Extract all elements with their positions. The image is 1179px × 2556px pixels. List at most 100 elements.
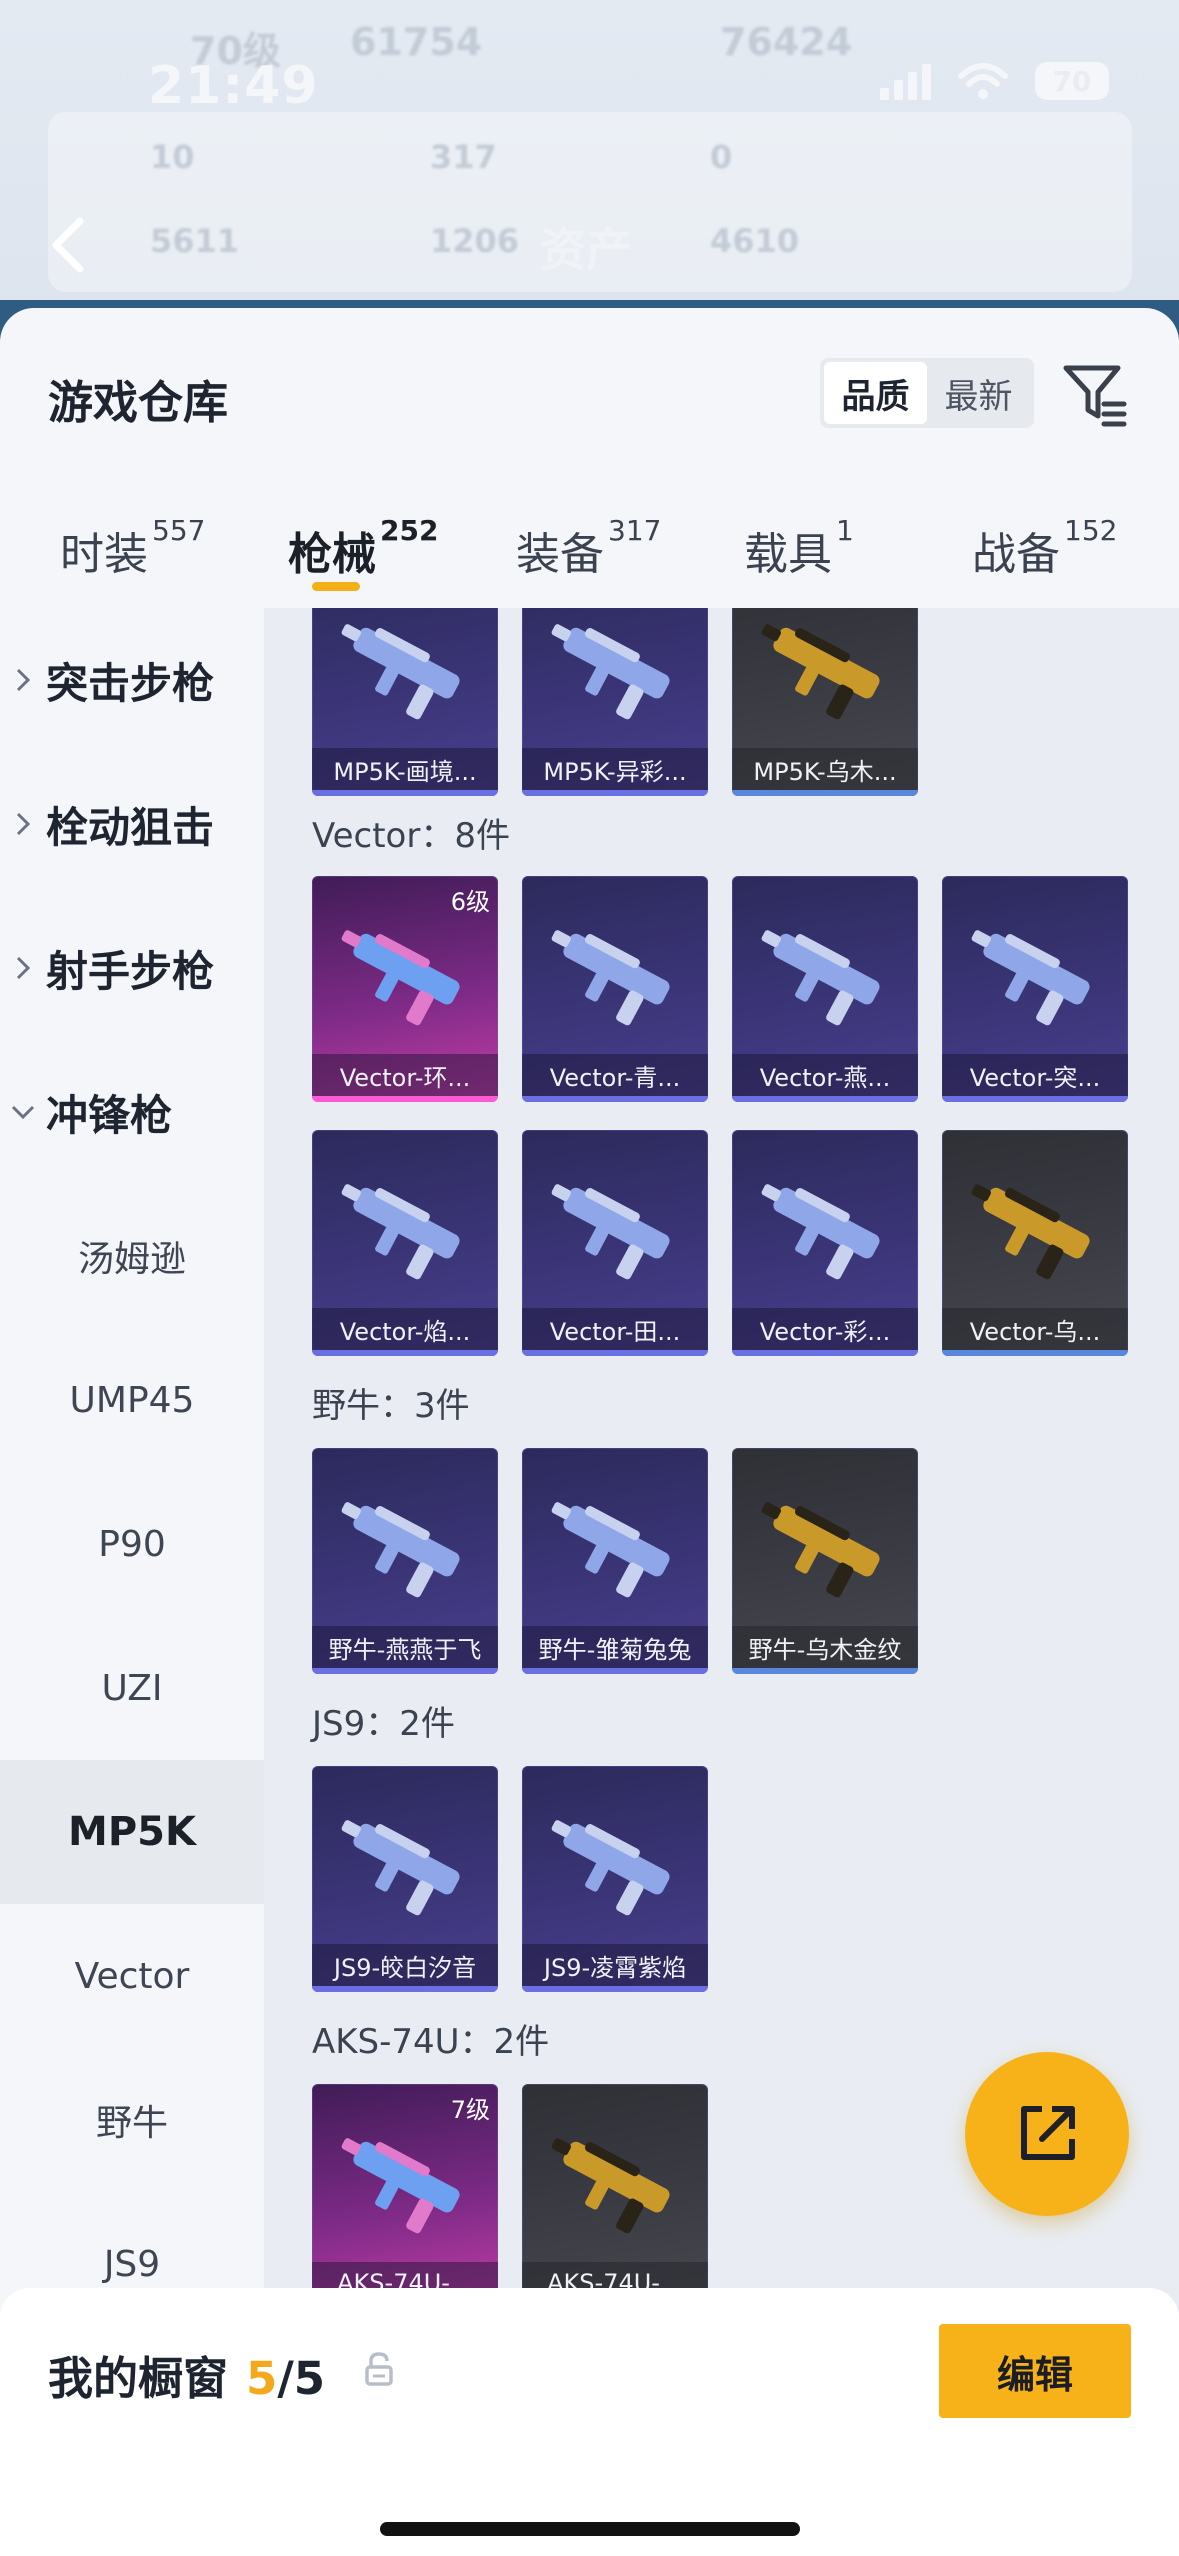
sort-quality[interactable]: 品质 <box>824 362 927 424</box>
blur-stat: 10 <box>150 138 195 176</box>
sidebar: 突击步枪 栓动狙击 射手步枪 冲锋枪 汤姆逊 UMP45 P90 UZI MP5… <box>0 608 264 2556</box>
tab-count: 557 <box>152 514 206 547</box>
showcase-count-current: 5 <box>246 2352 278 2405</box>
status-time: 21:49 <box>148 56 319 116</box>
weapon-icon <box>551 2138 670 2234</box>
share-icon <box>1021 2106 1075 2160</box>
weapon-icon <box>341 2138 460 2234</box>
tab-firearms[interactable]: 枪械 252 <box>288 514 438 582</box>
card-name: Vector-焰... <box>312 1308 498 1350</box>
tab-gear[interactable]: 战备 152 <box>972 514 1117 582</box>
sidebar-item-mp5k[interactable]: MP5K <box>0 1760 264 1904</box>
weapon-card[interactable]: Vector-青... <box>522 876 708 1102</box>
tab-label: 载具 <box>744 529 832 580</box>
weapon-card[interactable]: Vector-突... <box>942 876 1128 1102</box>
share-button[interactable] <box>965 2052 1129 2216</box>
sidebar-cat-assault-rifle[interactable]: 突击步枪 <box>0 608 264 752</box>
weapon-card[interactable]: JS9-凌霄紫焰 <box>522 1766 708 1992</box>
blur-stat: 76424 <box>720 20 853 64</box>
wifi-icon <box>958 63 1008 99</box>
tab-fashion[interactable]: 时装 557 <box>60 514 205 582</box>
blur-stat: 4610 <box>710 222 800 260</box>
sort-latest[interactable]: 最新 <box>927 362 1030 424</box>
weapon-icon <box>341 1820 460 1916</box>
tab-count: 1 <box>836 514 854 547</box>
rarity-bar <box>732 1350 918 1356</box>
card-name: Vector-环... <box>312 1054 498 1096</box>
weapon-card[interactable]: 野牛-燕燕于飞 <box>312 1448 498 1674</box>
tab-equipment[interactable]: 装备 317 <box>516 514 661 582</box>
card-name: 野牛-燕燕于飞 <box>312 1626 498 1668</box>
tab-count: 252 <box>380 514 439 547</box>
tab-label: 装备 <box>516 529 604 580</box>
rarity-bar <box>732 790 918 796</box>
card-name: Vector-田... <box>522 1308 708 1350</box>
tab-active-indicator <box>312 582 360 591</box>
sidebar-item-vector[interactable]: Vector <box>0 1904 264 2048</box>
rarity-bar <box>312 1986 498 1992</box>
weapon-card[interactable]: Vector-燕... <box>732 876 918 1102</box>
weapon-card[interactable]: 6级 Vector-环... <box>312 876 498 1102</box>
weapon-icon <box>341 1184 460 1280</box>
sidebar-item-p90[interactable]: P90 <box>0 1472 264 1616</box>
rarity-bar <box>942 1350 1128 1356</box>
weapon-icon <box>551 1502 670 1598</box>
chevron-right-icon <box>0 955 46 981</box>
sidebar-cat-bolt-sniper[interactable]: 栓动狙击 <box>0 752 264 896</box>
weapon-icon <box>341 624 460 720</box>
card-name: 野牛-乌木金纹 <box>732 1626 918 1668</box>
rarity-bar <box>312 790 498 796</box>
weapon-icon <box>341 930 460 1026</box>
weapon-card[interactable]: 野牛-雏菊兔兔 <box>522 1448 708 1674</box>
group-label-js9: JS9：2件 <box>312 1704 455 1744</box>
weapon-card[interactable]: Vector-田... <box>522 1130 708 1356</box>
chevron-right-icon <box>0 667 46 693</box>
sidebar-item-uzi[interactable]: UZI <box>0 1616 264 1760</box>
sidebar-cat-label: 冲锋枪 <box>46 1090 173 1140</box>
weapon-card[interactable]: MP5K-异彩... <box>522 608 708 796</box>
weapon-icon <box>551 624 670 720</box>
weapon-card[interactable]: Vector-焰... <box>312 1130 498 1356</box>
edit-button[interactable]: 编辑 <box>939 2324 1131 2418</box>
tab-label: 枪械 <box>288 529 376 580</box>
page-title: 资产 <box>540 223 632 277</box>
weapon-icon <box>551 1820 670 1916</box>
showcase-label: 我的橱窗 5/5 <box>48 2342 325 2407</box>
sidebar-item-thompson[interactable]: 汤姆逊 <box>0 1184 264 1328</box>
blur-stat: 1206 <box>430 222 520 260</box>
rarity-bar <box>732 1096 918 1102</box>
weapon-icon <box>971 930 1090 1026</box>
card-name: MP5K-乌木... <box>732 748 918 790</box>
weapon-icon <box>761 930 880 1026</box>
back-icon[interactable] <box>46 215 90 275</box>
sidebar-item-bizon[interactable]: 野牛 <box>0 2048 264 2192</box>
sidebar-item-ump45[interactable]: UMP45 <box>0 1328 264 1472</box>
tab-vehicles[interactable]: 载具 1 <box>744 514 854 582</box>
signal-icon <box>880 62 931 100</box>
weapon-card[interactable]: Vector-乌... <box>942 1130 1128 1356</box>
blur-stat: 61754 <box>350 20 483 64</box>
rarity-bar <box>942 1096 1128 1102</box>
weapon-card[interactable]: MP5K-画境... <box>312 608 498 796</box>
weapon-icon <box>341 1502 460 1598</box>
tab-label: 时装 <box>60 529 148 580</box>
status-icons: 70 <box>880 62 1109 100</box>
card-name: Vector-彩... <box>732 1308 918 1350</box>
sidebar-cat-marksman[interactable]: 射手步枪 <box>0 896 264 1040</box>
weapon-card[interactable]: 7级 AKS-74U-... <box>312 2084 498 2310</box>
card-name: 野牛-雏菊兔兔 <box>522 1626 708 1668</box>
weapon-icon <box>551 1184 670 1280</box>
weapon-card[interactable]: 野牛-乌木金纹 <box>732 1448 918 1674</box>
showcase-bar: 我的橱窗 5/5 编辑 <box>0 2288 1179 2556</box>
filter-icon[interactable] <box>1060 358 1130 428</box>
rarity-bar <box>522 1096 708 1102</box>
weapon-card[interactable]: JS9-皎白汐音 <box>312 1766 498 1992</box>
weapon-icon <box>971 1184 1090 1280</box>
group-label-aks74u: AKS-74U：2件 <box>312 2022 550 2062</box>
sort-toggle: 品质 最新 <box>820 358 1034 428</box>
weapon-card[interactable]: Vector-彩... <box>732 1130 918 1356</box>
weapon-card[interactable]: MP5K-乌木... <box>732 608 918 796</box>
showcase-title: 我的橱窗 <box>48 2352 229 2405</box>
sidebar-cat-smg[interactable]: 冲锋枪 <box>0 1040 264 1184</box>
weapon-card[interactable]: AKS-74U-... <box>522 2084 708 2310</box>
